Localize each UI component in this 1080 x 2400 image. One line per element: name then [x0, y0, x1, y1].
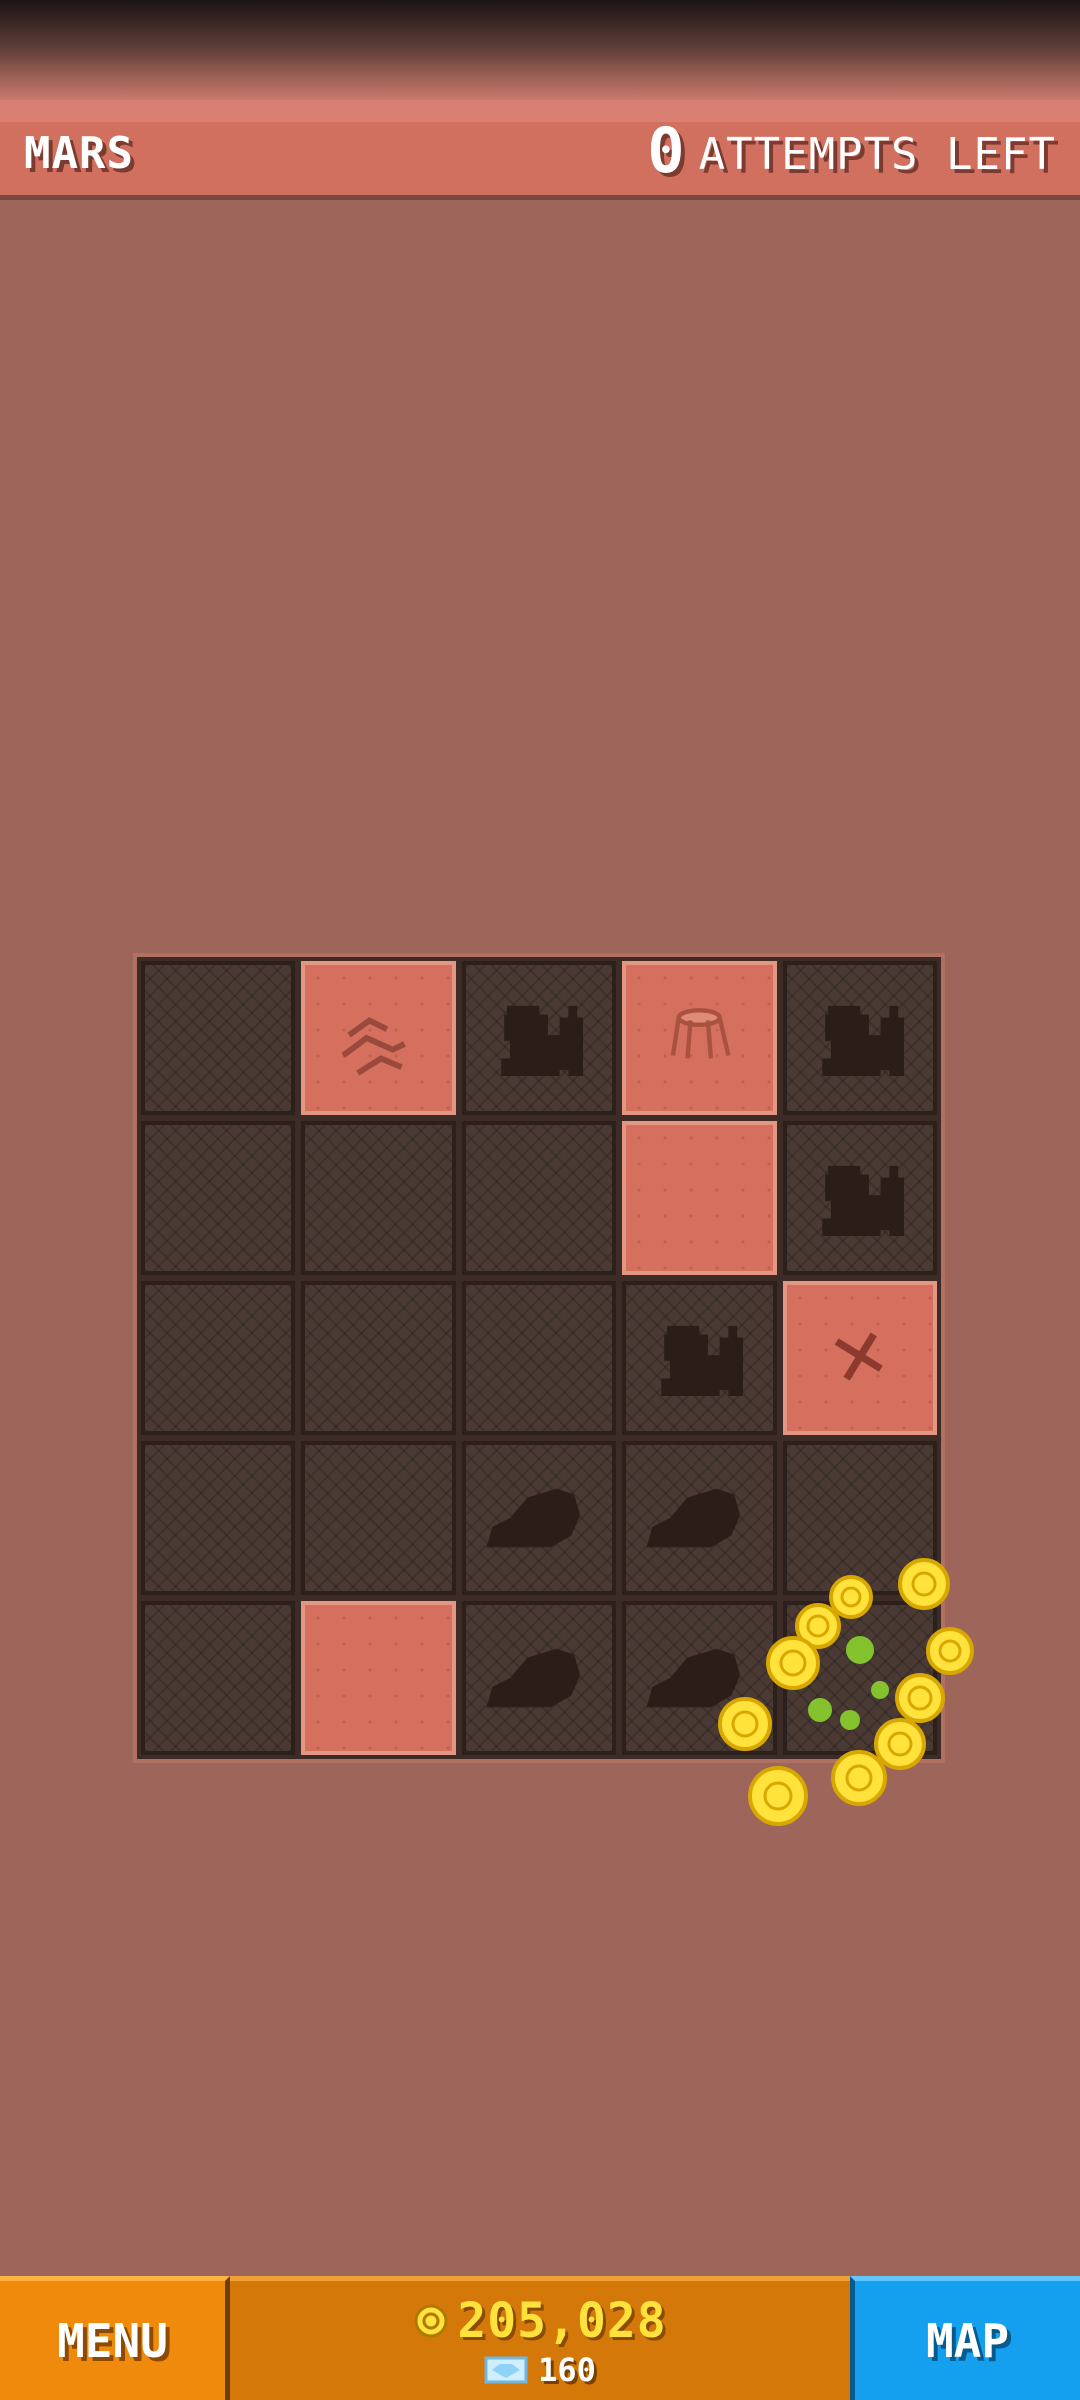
gem-icon — [484, 2356, 528, 2383]
bottom-bar: MENU 205,028 160 MAP — [0, 2276, 1080, 2400]
coin-balance: 205,028 — [413, 2293, 666, 2349]
grid-tile-hidden[interactable] — [141, 1441, 296, 1595]
creature-silhouette-icon — [821, 1165, 904, 1236]
grid-tile-dug — [622, 961, 777, 1115]
grid-tile-dug — [301, 1601, 456, 1755]
grid-tile-hidden[interactable] — [461, 1441, 617, 1595]
stump-icon — [670, 1008, 731, 1059]
grid-tile-hidden[interactable] — [141, 1121, 296, 1275]
rock-silhouette-icon — [646, 1488, 741, 1548]
coin-icon — [414, 2304, 448, 2337]
grid-tile-dug — [301, 961, 456, 1115]
grid-tile-hidden[interactable] — [782, 1441, 937, 1595]
creature-silhouette-icon — [661, 1325, 744, 1396]
map-button[interactable]: MAP — [850, 2276, 1080, 2400]
grid-tile-dug — [622, 1121, 777, 1275]
grid-tile-hidden[interactable] — [461, 1281, 617, 1435]
grid-tile-hidden[interactable] — [622, 1441, 777, 1595]
status-bar-shade — [0, 0, 1080, 100]
attempts-counter: 0 ATTEMPTS LEFT — [647, 114, 1056, 187]
creature-silhouette-icon — [821, 1005, 904, 1076]
gem-count: 160 — [538, 2350, 596, 2389]
rock-silhouette-icon — [486, 1648, 580, 1708]
grid-tile-hidden[interactable] — [301, 1121, 456, 1275]
grid-tile-hidden[interactable] — [622, 1281, 777, 1435]
grid-tile-hidden[interactable] — [141, 961, 296, 1115]
grid-tile-hidden[interactable] — [301, 1441, 456, 1595]
x-mark-icon — [834, 1332, 883, 1381]
grid-tile-hidden[interactable] — [141, 1601, 296, 1755]
grid-tile-hidden[interactable] — [461, 1601, 617, 1755]
planet-name: MARS — [24, 128, 134, 179]
dig-grid — [133, 953, 945, 1763]
grid-tile-hidden[interactable] — [461, 1121, 617, 1275]
claw-marks-icon — [341, 1017, 407, 1076]
grid-tile-hidden[interactable] — [301, 1281, 456, 1435]
attempts-count: 0 — [647, 114, 685, 187]
grid-tile-hidden[interactable] — [782, 1121, 937, 1275]
rock-silhouette-icon — [486, 1488, 580, 1548]
grid-tile-hidden[interactable] — [782, 961, 937, 1115]
grid-tile-hidden[interactable] — [782, 1601, 937, 1755]
coin-count: 205,028 — [457, 2292, 667, 2349]
wallet-display: 205,028 160 — [230, 2276, 850, 2400]
grid-tile-hidden[interactable] — [141, 1281, 296, 1435]
grid-tile-hidden[interactable] — [622, 1601, 777, 1755]
gem-balance: 160 — [484, 2351, 596, 2389]
menu-button[interactable]: MENU — [0, 2276, 230, 2400]
attempts-label: ATTEMPTS LEFT — [698, 129, 1056, 180]
grid-tile-hidden[interactable] — [461, 961, 617, 1115]
rock-silhouette-icon — [646, 1648, 741, 1708]
creature-silhouette-icon — [501, 1005, 583, 1076]
grid-tile-dug — [782, 1281, 937, 1435]
